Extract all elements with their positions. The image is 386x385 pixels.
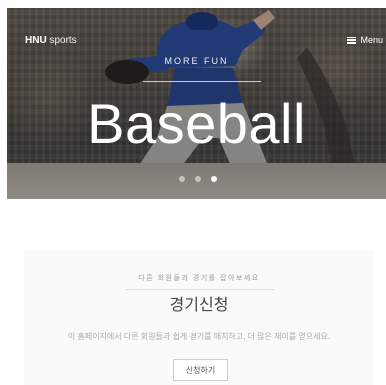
menu-label: Menu	[360, 35, 383, 45]
card-divider	[126, 289, 274, 290]
brand-logo[interactable]: HNU sports	[25, 35, 77, 46]
match-request-card: 다른 회원들과 경기를 잡아보세요 경기신청 이 홈페이지에서 다른 회원들과 …	[24, 250, 374, 385]
slider-dot-2[interactable]	[195, 176, 201, 182]
hero-banner: HNU sports Menu MORE FUN Baseball	[7, 8, 386, 199]
brand-suffix: sports	[49, 35, 77, 46]
slider-dots	[179, 176, 217, 182]
apply-button[interactable]: 신청하기	[173, 359, 228, 381]
card-kicker: 다른 회원들과 경기를 잡아보세요	[138, 275, 260, 282]
card-description: 이 홈페이지에서 다른 회원들과 쉽게 경기를 매치하고, 더 많은 재미를 얻…	[67, 332, 331, 341]
hero-divider	[143, 81, 261, 82]
hero-title: Baseball	[87, 92, 306, 155]
menu-button[interactable]: Menu	[347, 35, 383, 45]
hero-kicker: MORE FUN	[164, 56, 229, 66]
slider-dot-1[interactable]	[179, 176, 185, 182]
card-title: 경기신청	[169, 297, 229, 314]
slider-dot-3[interactable]	[211, 176, 217, 182]
hamburger-icon	[347, 36, 357, 44]
brand-name: HNU	[25, 35, 47, 46]
page: HNU sports Menu MORE FUN Baseball 다른 회원들…	[0, 0, 386, 385]
